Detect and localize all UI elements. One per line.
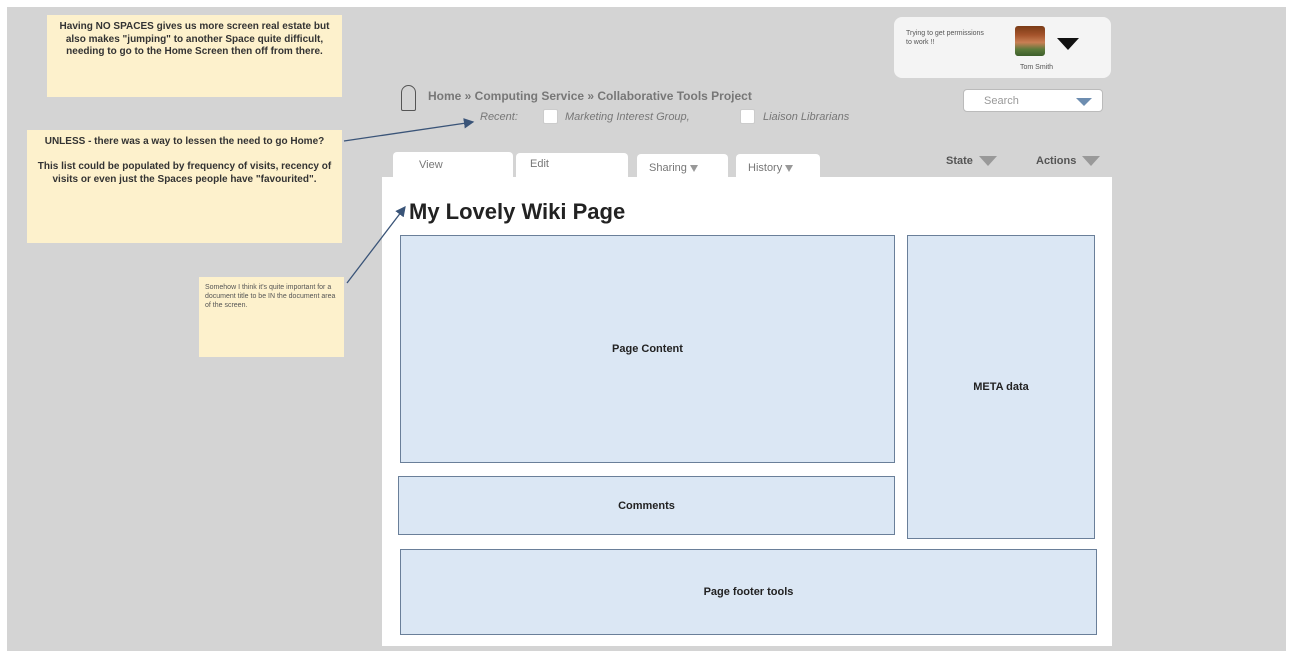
arrow-to-title (346, 205, 406, 284)
arrow-to-recent (343, 118, 475, 142)
annotation-arrows (343, 118, 475, 284)
